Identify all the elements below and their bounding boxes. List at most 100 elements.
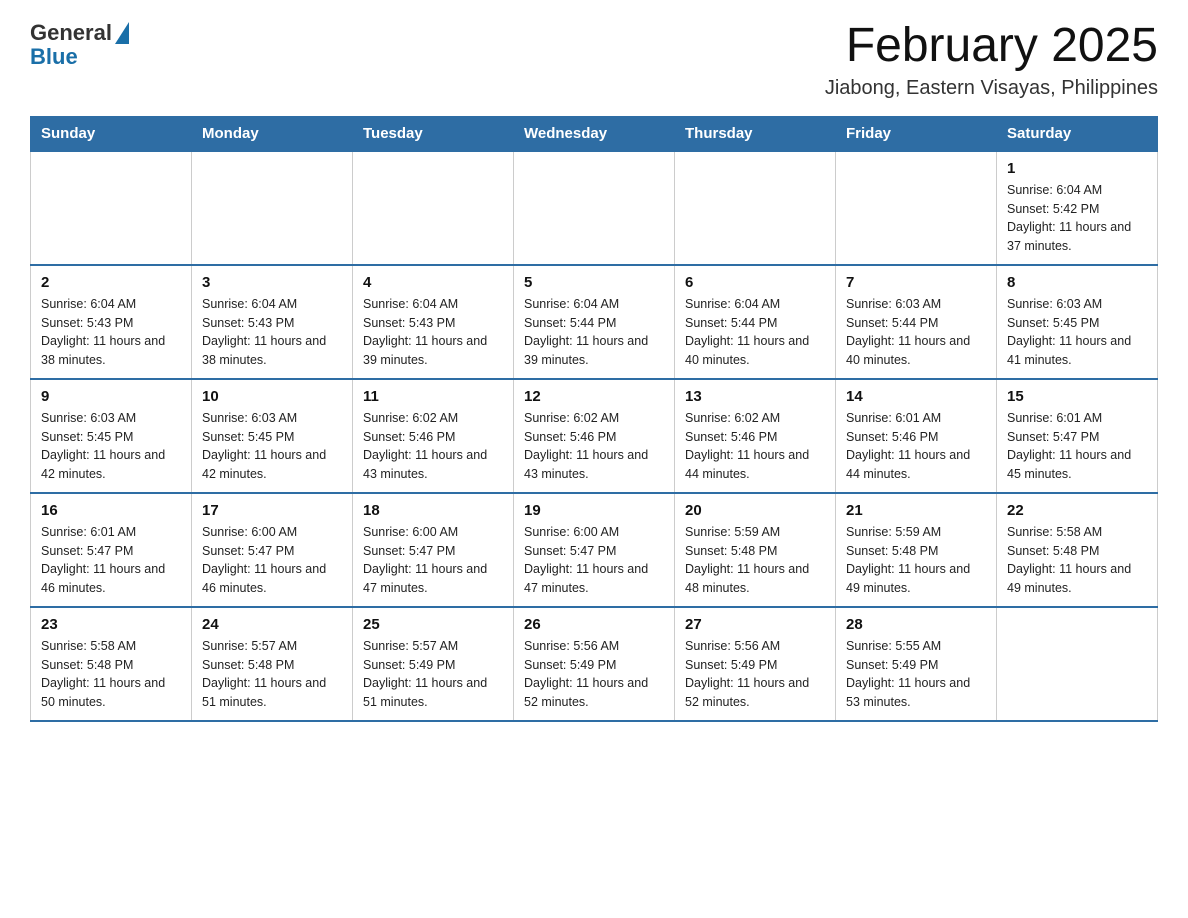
calendar-cell-w3-d5: 21Sunrise: 5:59 AMSunset: 5:48 PMDayligh… — [836, 493, 997, 607]
calendar-cell-w1-d1: 3 Sunrise: 6:04 AMSunset: 5:43 PMDaylight… — [192, 265, 353, 379]
day-number-13: 13 — [685, 388, 825, 405]
day-number-28: 28 — [846, 616, 986, 633]
day-number-2: 2 — [41, 274, 181, 291]
calendar-cell-w4-d6 — [997, 607, 1158, 721]
week-row-2: 9Sunrise: 6:03 AMSunset: 5:45 PMDaylight… — [31, 379, 1158, 493]
calendar-cell-w2-d4: 13 Sunrise: 6:02 AMSunset: 5:46 PMDayligh… — [675, 379, 836, 493]
day-info-18: Sunrise: 6:00 AMSunset: 5:47 PMDaylight:… — [363, 523, 503, 598]
calendar-cell-w2-d0: 9Sunrise: 6:03 AMSunset: 5:45 PMDaylight… — [31, 379, 192, 493]
week-row-4: 23Sunrise: 5:58 AMSunset: 5:48 PMDayligh… — [31, 607, 1158, 721]
calendar-cell-w2-d3: 12Sunrise: 6:02 AMSunset: 5:46 PMDayligh… — [514, 379, 675, 493]
day-number-3: 3 — [202, 274, 342, 291]
calendar-cell-w3-d3: 19 Sunrise: 6:00 AMSunset: 5:47 PMDayligh… — [514, 493, 675, 607]
day-number-15: 15 — [1007, 388, 1147, 405]
calendar-cell-w1-d6: 8 Sunrise: 6:03 AMSunset: 5:45 PMDaylight… — [997, 265, 1158, 379]
day-info-5: Sunrise: 6:04 AMSunset: 5:44 PMDaylight:… — [524, 295, 664, 370]
calendar-cell-w4-d3: 26 Sunrise: 5:56 AMSunset: 5:49 PMDayligh… — [514, 607, 675, 721]
title-area: February 2025 Jiabong, Eastern Visayas, … — [825, 20, 1158, 100]
col-friday: Friday — [836, 116, 997, 151]
calendar-cell-w3-d6: 22Sunrise: 5:58 AMSunset: 5:48 PMDayligh… — [997, 493, 1158, 607]
day-number-6: 6 — [685, 274, 825, 291]
day-info-28: Sunrise: 5:55 AMSunset: 5:49 PMDaylight:… — [846, 637, 986, 712]
page-header: General Blue February 2025 Jiabong, East… — [30, 20, 1158, 100]
day-number-22: 22 — [1007, 502, 1147, 519]
day-number-19: 19 — [524, 502, 664, 519]
day-info-24: Sunrise: 5:57 AMSunset: 5:48 PMDaylight:… — [202, 637, 342, 712]
day-number-11: 11 — [363, 388, 503, 405]
calendar-cell-w0-d0 — [31, 151, 192, 265]
day-info-2: Sunrise: 6:04 AMSunset: 5:43 PMDaylight:… — [41, 295, 181, 370]
day-number-16: 16 — [41, 502, 181, 519]
day-info-11: Sunrise: 6:02 AMSunset: 5:46 PMDaylight:… — [363, 409, 503, 484]
day-info-19: Sunrise: 6:00 AMSunset: 5:47 PMDaylight:… — [524, 523, 664, 598]
day-info-25: Sunrise: 5:57 AMSunset: 5:49 PMDaylight:… — [363, 637, 503, 712]
day-number-26: 26 — [524, 616, 664, 633]
calendar-cell-w1-d0: 2 Sunrise: 6:04 AMSunset: 5:43 PMDaylight… — [31, 265, 192, 379]
day-number-8: 8 — [1007, 274, 1147, 291]
day-info-27: Sunrise: 5:56 AMSunset: 5:49 PMDaylight:… — [685, 637, 825, 712]
subtitle: Jiabong, Eastern Visayas, Philippines — [825, 77, 1158, 100]
calendar-cell-w0-d6: 1 Sunrise: 6:04 AMSunset: 5:42 PMDaylight… — [997, 151, 1158, 265]
day-info-10: Sunrise: 6:03 AMSunset: 5:45 PMDaylight:… — [202, 409, 342, 484]
calendar-cell-w0-d4 — [675, 151, 836, 265]
calendar-cell-w1-d5: 7 Sunrise: 6:03 AMSunset: 5:44 PMDaylight… — [836, 265, 997, 379]
logo-blue-text: Blue — [30, 44, 78, 70]
day-number-18: 18 — [363, 502, 503, 519]
day-number-12: 12 — [524, 388, 664, 405]
day-info-15: Sunrise: 6:01 AMSunset: 5:47 PMDaylight:… — [1007, 409, 1147, 484]
calendar-cell-w4-d5: 28 Sunrise: 5:55 AMSunset: 5:49 PMDayligh… — [836, 607, 997, 721]
day-info-4: Sunrise: 6:04 AMSunset: 5:43 PMDaylight:… — [363, 295, 503, 370]
day-number-7: 7 — [846, 274, 986, 291]
calendar-cell-w0-d5 — [836, 151, 997, 265]
calendar-table: Sunday Monday Tuesday Wednesday Thursday… — [30, 116, 1158, 722]
day-number-25: 25 — [363, 616, 503, 633]
calendar-cell-w3-d1: 17Sunrise: 6:00 AMSunset: 5:47 PMDayligh… — [192, 493, 353, 607]
day-info-1: Sunrise: 6:04 AMSunset: 5:42 PMDaylight:… — [1007, 181, 1147, 256]
day-info-17: Sunrise: 6:00 AMSunset: 5:47 PMDaylight:… — [202, 523, 342, 598]
day-number-23: 23 — [41, 616, 181, 633]
day-info-14: Sunrise: 6:01 AMSunset: 5:46 PMDaylight:… — [846, 409, 986, 484]
calendar-header-row: Sunday Monday Tuesday Wednesday Thursday… — [31, 116, 1158, 151]
calendar-cell-w2-d2: 11 Sunrise: 6:02 AMSunset: 5:46 PMDayligh… — [353, 379, 514, 493]
day-number-20: 20 — [685, 502, 825, 519]
col-saturday: Saturday — [997, 116, 1158, 151]
calendar-cell-w4-d1: 24 Sunrise: 5:57 AMSunset: 5:48 PMDayligh… — [192, 607, 353, 721]
calendar-cell-w0-d3 — [514, 151, 675, 265]
day-info-8: Sunrise: 6:03 AMSunset: 5:45 PMDaylight:… — [1007, 295, 1147, 370]
week-row-0: 1 Sunrise: 6:04 AMSunset: 5:42 PMDaylight… — [31, 151, 1158, 265]
day-info-16: Sunrise: 6:01 AMSunset: 5:47 PMDaylight:… — [41, 523, 181, 598]
calendar-cell-w2-d1: 10 Sunrise: 6:03 AMSunset: 5:45 PMDayligh… — [192, 379, 353, 493]
calendar-cell-w2-d6: 15 Sunrise: 6:01 AMSunset: 5:47 PMDayligh… — [997, 379, 1158, 493]
calendar-cell-w2-d5: 14Sunrise: 6:01 AMSunset: 5:46 PMDayligh… — [836, 379, 997, 493]
day-info-13: Sunrise: 6:02 AMSunset: 5:46 PMDaylight:… — [685, 409, 825, 484]
calendar-cell-w3-d0: 16 Sunrise: 6:01 AMSunset: 5:47 PMDayligh… — [31, 493, 192, 607]
calendar-cell-w1-d4: 6 Sunrise: 6:04 AMSunset: 5:44 PMDaylight… — [675, 265, 836, 379]
calendar-cell-w0-d2 — [353, 151, 514, 265]
day-number-21: 21 — [846, 502, 986, 519]
col-monday: Monday — [192, 116, 353, 151]
day-info-26: Sunrise: 5:56 AMSunset: 5:49 PMDaylight:… — [524, 637, 664, 712]
logo-general-text: General — [30, 20, 112, 46]
calendar-cell-w3-d2: 18 Sunrise: 6:00 AMSunset: 5:47 PMDayligh… — [353, 493, 514, 607]
calendar-cell-w0-d1 — [192, 151, 353, 265]
day-number-27: 27 — [685, 616, 825, 633]
week-row-3: 16 Sunrise: 6:01 AMSunset: 5:47 PMDayligh… — [31, 493, 1158, 607]
calendar-cell-w1-d3: 5 Sunrise: 6:04 AMSunset: 5:44 PMDaylight… — [514, 265, 675, 379]
day-info-3: Sunrise: 6:04 AMSunset: 5:43 PMDaylight:… — [202, 295, 342, 370]
day-number-24: 24 — [202, 616, 342, 633]
day-number-10: 10 — [202, 388, 342, 405]
day-number-5: 5 — [524, 274, 664, 291]
logo-triangle-icon — [115, 22, 129, 44]
day-info-7: Sunrise: 6:03 AMSunset: 5:44 PMDaylight:… — [846, 295, 986, 370]
main-title: February 2025 — [825, 20, 1158, 73]
day-info-20: Sunrise: 5:59 AMSunset: 5:48 PMDaylight:… — [685, 523, 825, 598]
calendar-cell-w4-d4: 27 Sunrise: 5:56 AMSunset: 5:49 PMDayligh… — [675, 607, 836, 721]
calendar-cell-w4-d2: 25 Sunrise: 5:57 AMSunset: 5:49 PMDayligh… — [353, 607, 514, 721]
day-info-6: Sunrise: 6:04 AMSunset: 5:44 PMDaylight:… — [685, 295, 825, 370]
day-number-1: 1 — [1007, 160, 1147, 177]
calendar-cell-w1-d2: 4Sunrise: 6:04 AMSunset: 5:43 PMDaylight… — [353, 265, 514, 379]
week-row-1: 2 Sunrise: 6:04 AMSunset: 5:43 PMDaylight… — [31, 265, 1158, 379]
calendar-cell-w4-d0: 23Sunrise: 5:58 AMSunset: 5:48 PMDayligh… — [31, 607, 192, 721]
col-tuesday: Tuesday — [353, 116, 514, 151]
logo: General Blue — [30, 20, 129, 70]
